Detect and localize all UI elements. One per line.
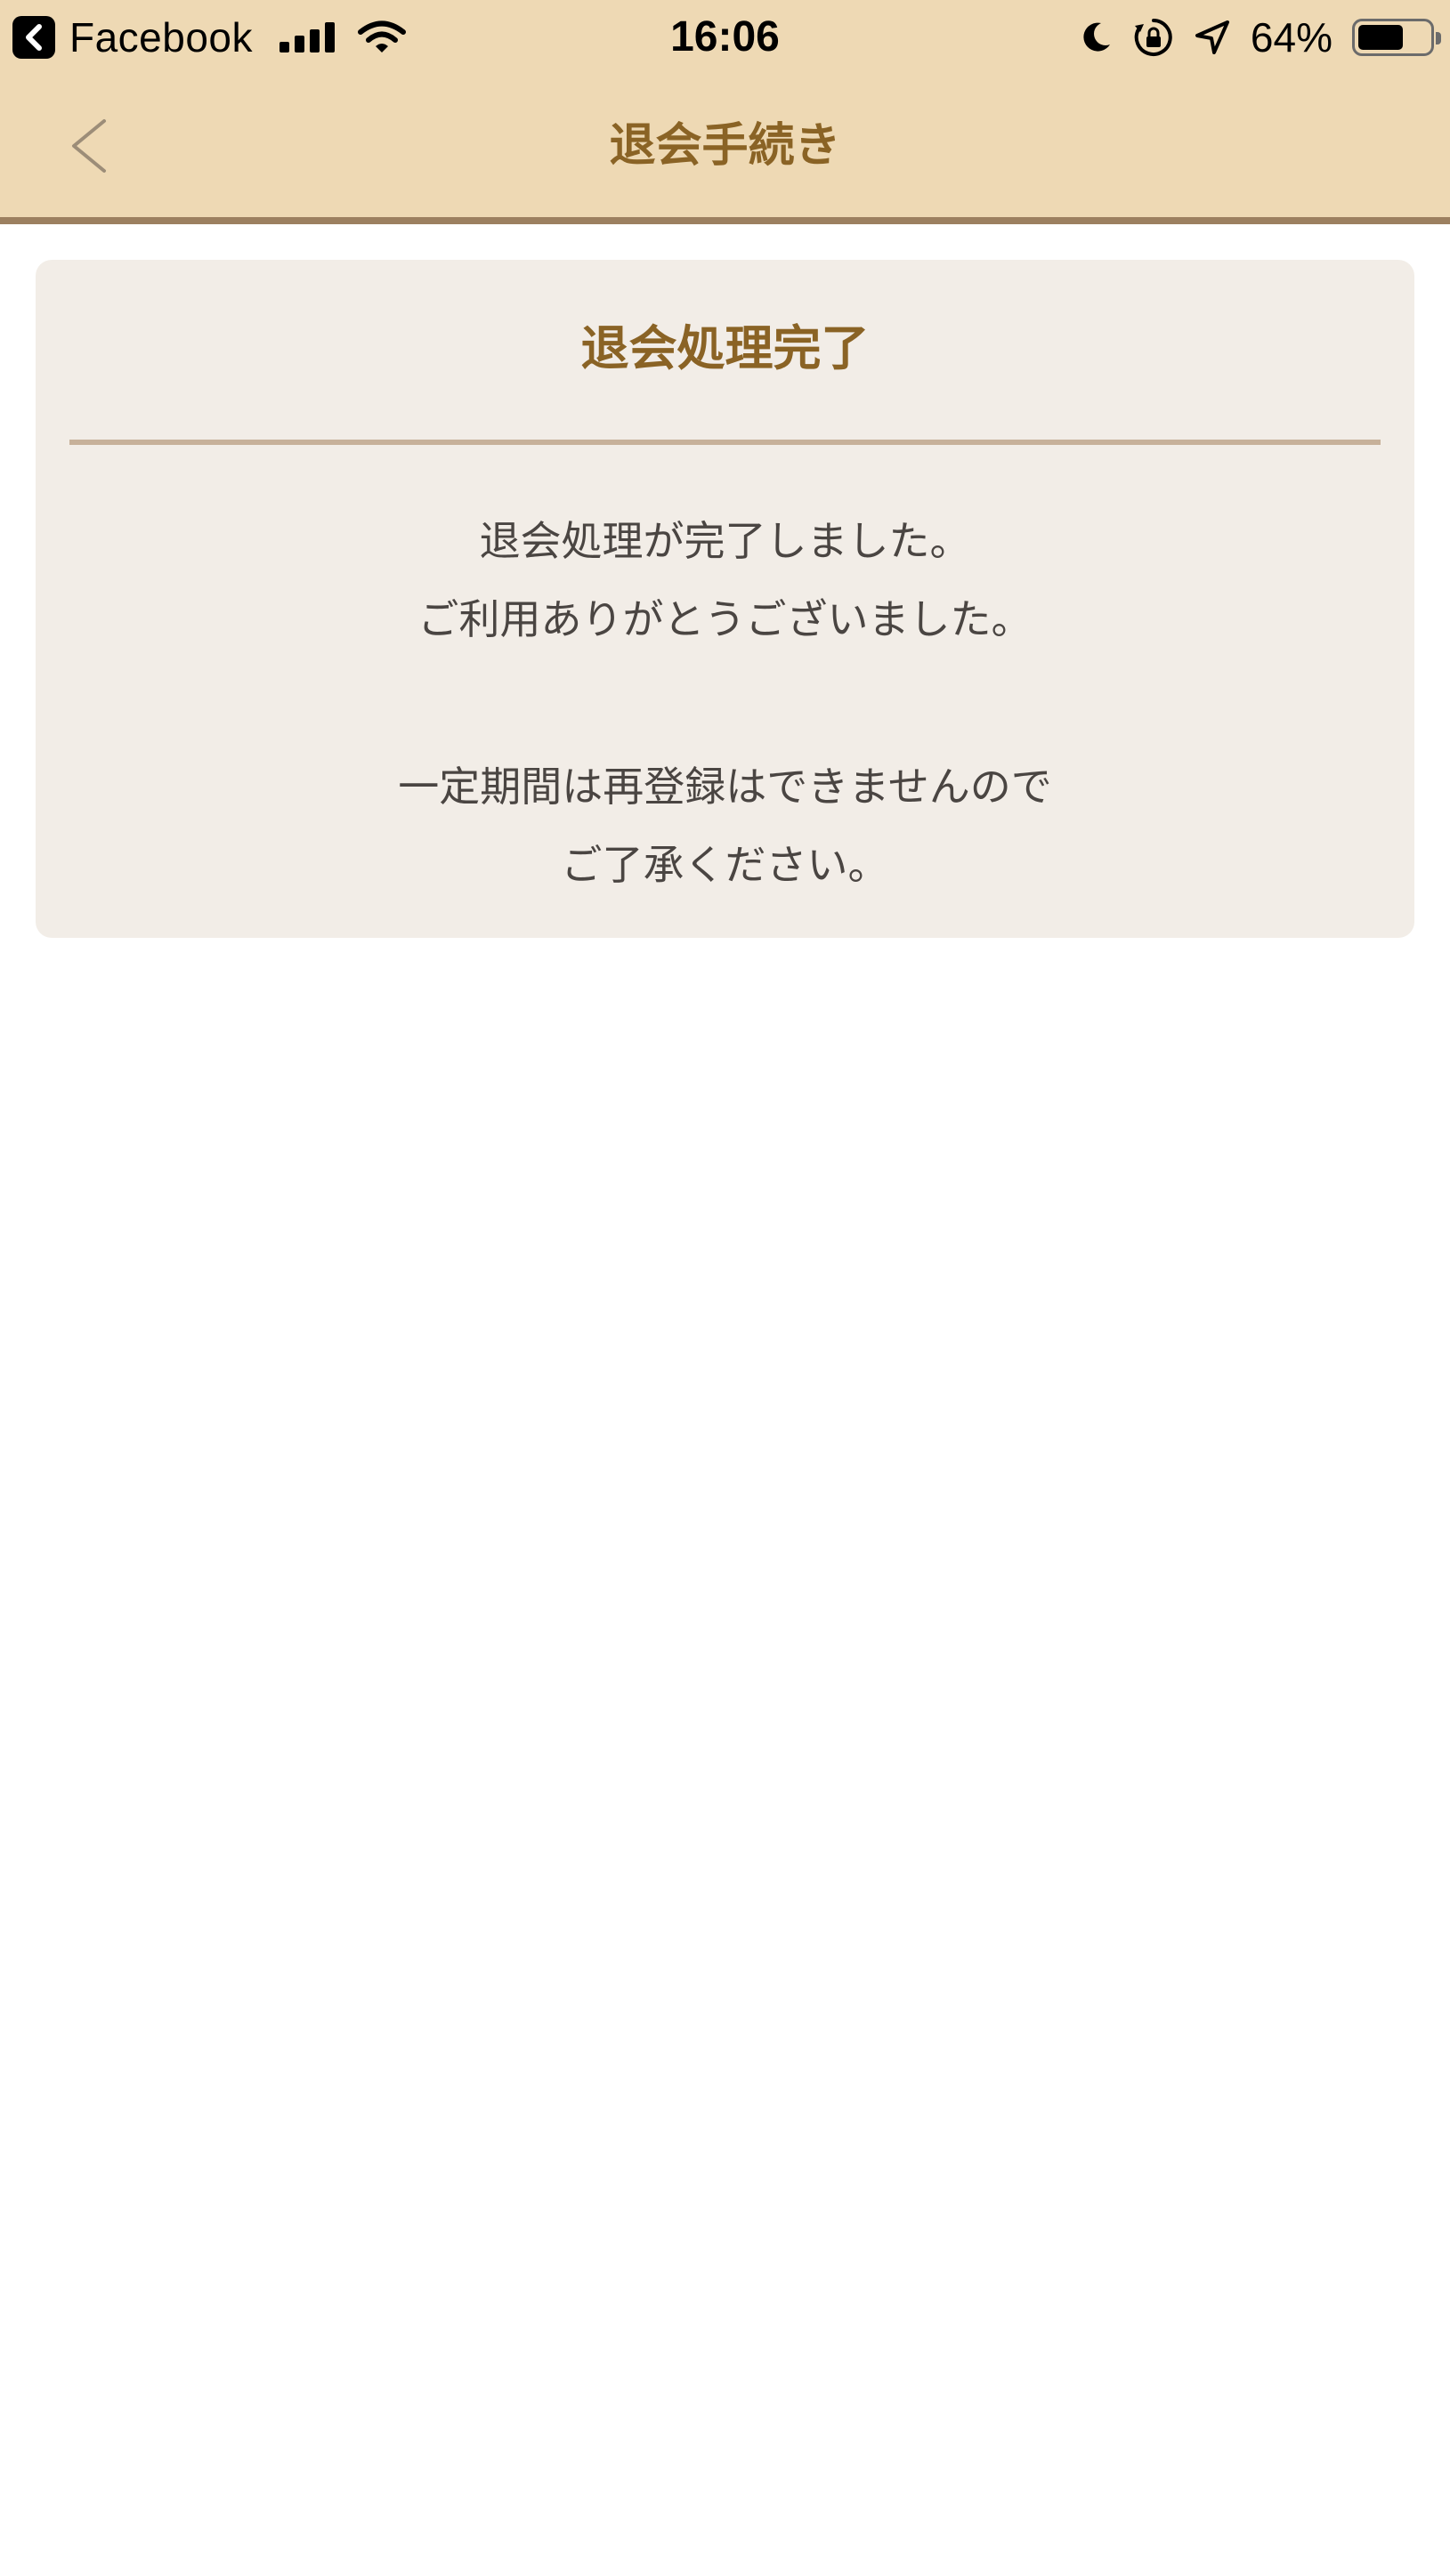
chevron-left-icon xyxy=(26,24,42,51)
orientation-lock-icon xyxy=(1134,19,1172,56)
message-line: ご利用ありがとうございました。 xyxy=(417,595,1033,643)
message-line: ご了承ください。 xyxy=(561,841,889,889)
location-arrow-icon xyxy=(1195,20,1229,54)
moon-icon xyxy=(1083,22,1110,52)
completion-card: 退会処理完了 退会処理が完了しました。 ご利用ありがとうございました。 一定期間… xyxy=(36,260,1414,938)
header-area: Facebook 16:06 64% 退会手続き xyxy=(0,0,1450,224)
battery-fill xyxy=(1358,25,1403,50)
cellular-signal-icon xyxy=(279,22,336,52)
status-bar: Facebook 16:06 64% xyxy=(0,0,1450,75)
back-to-app-icon[interactable] xyxy=(12,16,55,59)
battery-percent: 64% xyxy=(1250,14,1333,61)
battery-tip xyxy=(1436,32,1441,44)
back-button[interactable] xyxy=(53,110,125,182)
wifi-icon xyxy=(358,20,407,52)
card-message: 退会処理が完了しました。 ご利用ありがとうございました。 一定期間は再登録はでき… xyxy=(36,502,1414,904)
message-line: 一定期間は再登録はできませんので xyxy=(398,763,1052,811)
card-divider xyxy=(69,440,1381,445)
card-title: 退会処理完了 xyxy=(580,320,870,376)
status-left: Facebook xyxy=(12,0,407,75)
page-title: 退会手続き xyxy=(609,119,841,173)
chevron-left-icon xyxy=(72,119,106,173)
message-line: 退会処理が完了しました。 xyxy=(479,517,971,565)
nav-bar: 退会手続き xyxy=(0,75,1450,217)
back-to-app-label[interactable]: Facebook xyxy=(69,13,253,61)
battery-icon xyxy=(1352,19,1441,56)
status-right: 64% xyxy=(1078,0,1441,75)
